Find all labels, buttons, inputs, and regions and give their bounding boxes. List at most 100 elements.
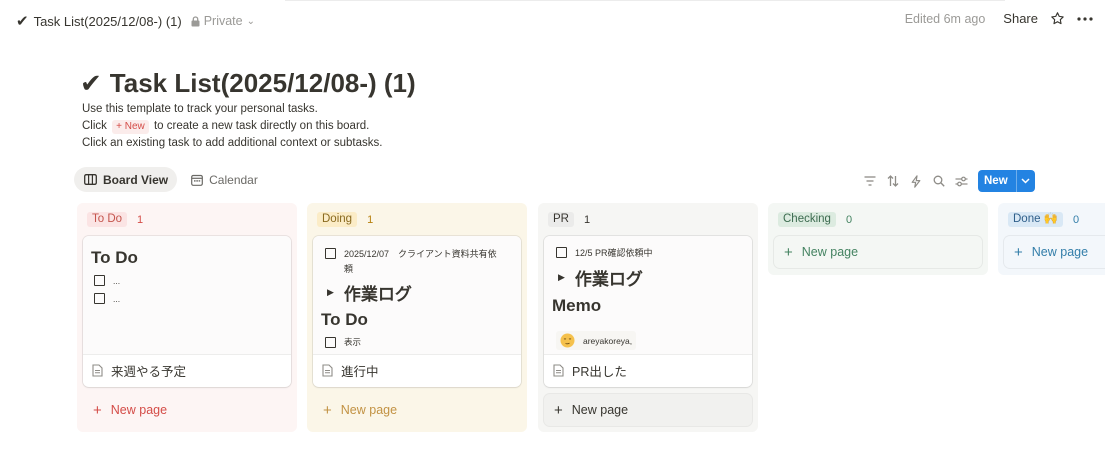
favorite-star-icon[interactable] xyxy=(1050,11,1065,26)
toggle-triangle-icon: ▶ xyxy=(327,287,334,297)
checkbox-icon xyxy=(556,247,567,258)
search-icon[interactable] xyxy=(927,170,950,192)
new-page-button[interactable]: + New page xyxy=(313,394,521,426)
settings-sliders-icon[interactable] xyxy=(950,170,973,192)
plus-icon: + xyxy=(93,401,102,419)
breadcrumb[interactable]: ✔ Task List(2025/12/08-) (1) Private ⌄ xyxy=(16,12,255,30)
page-icon xyxy=(322,364,333,377)
new-page-button[interactable]: + New page xyxy=(1004,236,1105,268)
status-badge: PR xyxy=(548,212,574,227)
board-column-done: Done 🙌 0 + New page xyxy=(998,203,1105,275)
card-preview: To Do ... ... xyxy=(83,236,291,354)
description-text: to create a new task directly on this bo… xyxy=(153,120,370,132)
column-header[interactable]: PR 1 xyxy=(548,212,590,227)
checkmark-icon: ✔ xyxy=(80,68,102,98)
preview-todo-continuation: 頼 xyxy=(344,262,353,275)
plus-icon: + xyxy=(1014,243,1023,261)
description-line: Click an existing task to add additional… xyxy=(82,137,383,149)
card-title[interactable]: 来週やる予定 xyxy=(83,354,291,386)
more-options-icon[interactable] xyxy=(1077,16,1093,21)
preview-todo-item: 12/5 PR確認依頼中 xyxy=(556,246,653,259)
sort-icon[interactable] xyxy=(881,170,904,192)
page-description: Use this template to track your personal… xyxy=(82,101,382,152)
new-page-label: New page xyxy=(571,403,629,417)
status-badge: Checking xyxy=(778,212,836,227)
preview-heading: To Do xyxy=(321,310,368,329)
automation-bolt-icon[interactable] xyxy=(904,170,927,192)
preview-todo-item: 表示 xyxy=(325,336,361,348)
card-preview: 12/5 PR確認依頼中 ▶ 作業ログ Memo areyakoreya, xyxy=(544,236,752,354)
emoji-face-icon xyxy=(560,333,575,348)
card-title[interactable]: 進行中 xyxy=(313,354,521,386)
tab-calendar[interactable]: Calendar xyxy=(181,167,267,192)
preview-toggle-heading: ▶ 作業ログ xyxy=(558,265,643,290)
plus-icon: + xyxy=(323,401,332,419)
card-title-text: 進行中 xyxy=(341,365,379,379)
tab-board-view[interactable]: Board View xyxy=(74,167,178,192)
filter-icon[interactable] xyxy=(858,170,881,192)
column-count: 0 xyxy=(1073,213,1080,226)
card-preview: 2025/12/07 クライアント資料共有依 頼 ▶ 作業ログ To Do 表示 xyxy=(313,236,521,354)
preview-todo-item: 2025/12/07 クライアント資料共有依 xyxy=(325,247,497,260)
new-page-label: New page xyxy=(340,403,398,417)
new-page-label: New page xyxy=(801,245,859,259)
chevron-down-icon: ⌄ xyxy=(246,15,255,27)
todo-text: ... xyxy=(113,293,121,304)
checkbox-icon xyxy=(94,293,105,304)
board-column-doing: Doing 1 2025/12/07 クライアント資料共有依 頼 ▶ 作業ログ … xyxy=(307,203,527,432)
page-title[interactable]: ✔ Task List(2025/12/08-) (1) xyxy=(80,68,416,99)
preview-mention: areyakoreya, xyxy=(556,331,637,350)
privacy-indicator[interactable]: Private ⌄ xyxy=(191,14,255,28)
page-icon xyxy=(553,364,564,377)
column-header[interactable]: Doing 1 xyxy=(317,212,373,227)
board-card[interactable]: 12/5 PR確認依頼中 ▶ 作業ログ Memo areyakoreya, PR… xyxy=(544,236,752,387)
new-button[interactable]: New xyxy=(978,170,1035,192)
mention-text: areyakoreya, xyxy=(583,335,633,346)
status-badge: Doing xyxy=(317,212,358,227)
checkbox-icon xyxy=(94,275,105,286)
new-page-button[interactable]: + New page xyxy=(83,394,291,426)
new-page-label: New page xyxy=(110,403,168,417)
todo-text: 12/5 PR確認依頼中 xyxy=(575,248,653,258)
todo-text: ... xyxy=(113,275,121,286)
description-line: Use this template to track your personal… xyxy=(82,103,318,115)
preview-todo-item: ... xyxy=(94,275,120,286)
chevron-down-icon[interactable] xyxy=(1015,170,1035,192)
description-line: Click + New to create a new task directl… xyxy=(82,118,382,135)
column-header[interactable]: Done 🙌 0 xyxy=(1008,212,1079,227)
toggle-triangle-icon: ▶ xyxy=(558,272,565,282)
board-card[interactable]: To Do ... ... 来週やる予定 xyxy=(83,236,291,387)
calendar-icon xyxy=(191,174,204,186)
card-title-text: 来週やる予定 xyxy=(111,365,187,379)
view-tabs: Board View Calendar xyxy=(74,167,271,192)
status-badge: Done 🙌 xyxy=(1008,212,1064,227)
page-title-text[interactable]: Task List(2025/12/08-) (1) xyxy=(110,68,416,99)
privacy-label: Private xyxy=(203,14,243,28)
checkmark-icon: ✔ xyxy=(16,13,29,30)
status-badge: To Do xyxy=(87,212,128,227)
new-page-button[interactable]: + New page xyxy=(774,236,982,268)
new-button-label[interactable]: New xyxy=(978,170,1016,192)
board-icon xyxy=(84,174,97,185)
checkbox-icon xyxy=(325,248,336,259)
breadcrumb-title[interactable]: Task List(2025/12/08-) (1) xyxy=(34,14,182,29)
board-column-pr: PR 1 12/5 PR確認依頼中 ▶ 作業ログ Memo areyakorey… xyxy=(538,203,758,432)
board-column-checking: Checking 0 + New page xyxy=(768,203,988,275)
column-count: 1 xyxy=(583,213,591,226)
card-title-text: PR出した xyxy=(572,365,627,379)
preview-heading: Memo xyxy=(552,296,602,315)
new-page-label: New page xyxy=(1031,245,1089,259)
preview-heading: To Do xyxy=(91,248,138,267)
page-icon xyxy=(92,364,103,377)
column-count: 1 xyxy=(137,213,144,226)
new-page-button[interactable]: + New page xyxy=(544,394,752,426)
column-header[interactable]: Checking 0 xyxy=(778,212,852,227)
plus-icon: + xyxy=(554,401,563,419)
share-button[interactable]: Share xyxy=(1003,11,1038,26)
plus-icon: + xyxy=(784,243,793,261)
toggle-text: 作業ログ xyxy=(343,285,412,304)
board-card[interactable]: 2025/12/07 クライアント資料共有依 頼 ▶ 作業ログ To Do 表示… xyxy=(313,236,521,387)
preview-todo-item: ... xyxy=(94,293,120,304)
column-header[interactable]: To Do 1 xyxy=(87,212,143,227)
card-title[interactable]: PR出した xyxy=(544,354,752,386)
